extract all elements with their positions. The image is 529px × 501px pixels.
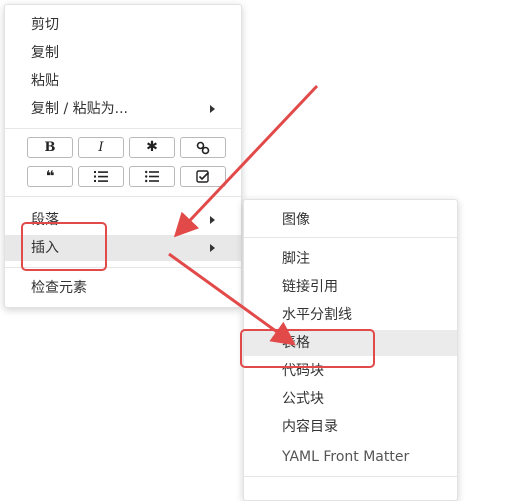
- annotation-box-table: [240, 329, 375, 368]
- quote-icon: ❝: [45, 167, 55, 185]
- submenu-item-horizontal-rule[interactable]: 水平分割线: [244, 302, 457, 328]
- submenu-item-label: 内容目录: [282, 419, 338, 435]
- menu-item-cut[interactable]: 剪切: [5, 12, 241, 38]
- link-button[interactable]: [180, 137, 226, 158]
- menu-item-copy[interactable]: 复制: [5, 40, 241, 66]
- bold-icon: B: [44, 140, 56, 155]
- menu-item-inspect-element[interactable]: 检查元素: [5, 275, 241, 301]
- menu-divider: [244, 476, 457, 477]
- submenu-item-yaml-front-matter[interactable]: YAML Front Matter: [244, 444, 457, 470]
- submenu-item-footnote[interactable]: 脚注: [244, 246, 457, 272]
- submenu-item-link-reference[interactable]: 链接引用: [244, 274, 457, 300]
- submenu-item-label: 水平分割线: [282, 307, 352, 323]
- chevron-right-icon: [210, 244, 215, 252]
- menu-item-label: 复制: [31, 45, 59, 61]
- submenu-item-label: YAML Front Matter: [282, 449, 410, 465]
- submenu-item-label: 图像: [282, 212, 310, 228]
- unordered-list-button[interactable]: [129, 166, 175, 187]
- menu-item-copy-paste-as[interactable]: 复制 / 粘贴为...: [5, 96, 241, 122]
- menu-item-label: 剪切: [31, 17, 59, 33]
- chevron-right-icon: [210, 105, 215, 113]
- unordered-list-icon: [145, 170, 159, 183]
- submenu-item-label: 链接引用: [282, 279, 338, 295]
- chevron-right-icon: [210, 216, 215, 224]
- ordered-list-button[interactable]: [78, 166, 124, 187]
- submenu-item-toc[interactable]: 内容目录: [244, 414, 457, 440]
- link-icon: [196, 141, 210, 155]
- italic-button[interactable]: I: [78, 137, 124, 158]
- task-list-icon: [196, 170, 210, 183]
- menu-divider: [5, 196, 241, 197]
- menu-item-paste[interactable]: 粘贴: [5, 68, 241, 94]
- task-list-button[interactable]: [180, 166, 226, 187]
- menu-item-label: 粘贴: [31, 73, 59, 89]
- ordered-list-icon: [94, 171, 108, 182]
- submenu-item-image[interactable]: 图像: [244, 207, 457, 233]
- emphasis-button[interactable]: ✱: [129, 137, 175, 158]
- submenu-item-label: 公式块: [282, 391, 324, 407]
- bold-button[interactable]: B: [27, 137, 73, 158]
- quote-button[interactable]: ❝: [27, 166, 73, 187]
- submenu-item-math-block[interactable]: 公式块: [244, 386, 457, 412]
- annotation-box-insert: [21, 222, 107, 271]
- menu-item-label: 复制 / 粘贴为...: [31, 101, 128, 117]
- menu-item-label: 检查元素: [31, 280, 87, 296]
- menu-divider: [5, 128, 241, 129]
- menu-divider: [244, 237, 457, 238]
- italic-icon: I: [98, 140, 104, 155]
- submenu-item-label: 脚注: [282, 251, 310, 267]
- asterisk-icon: ✱: [146, 139, 158, 155]
